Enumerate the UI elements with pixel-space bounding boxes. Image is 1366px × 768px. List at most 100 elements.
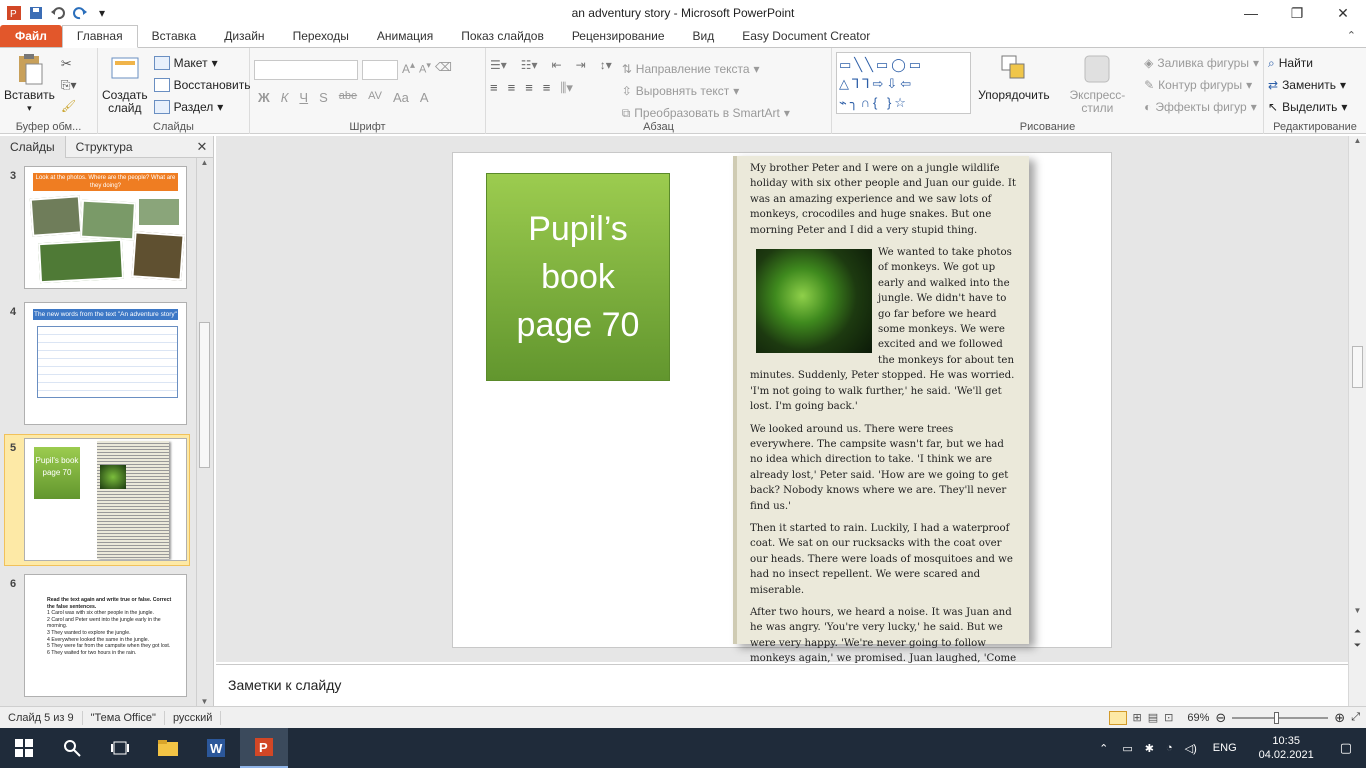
slide-thumbnail[interactable]: 3 Look at the photos. Where are the peop…: [0, 166, 196, 292]
scroll-thumb[interactable]: [199, 322, 210, 468]
slide-thumbnail[interactable]: 6 Read the text again and write true or …: [0, 574, 196, 700]
change-case-button[interactable]: Aa: [393, 90, 409, 105]
shrink-font-icon[interactable]: A▾: [419, 60, 431, 80]
tab-slideshow[interactable]: Показ слайдов: [447, 26, 558, 47]
zoom-out-icon[interactable]: ⊖: [1215, 710, 1226, 726]
bold-button[interactable]: Ж: [258, 90, 270, 105]
grow-font-icon[interactable]: A▴: [402, 60, 415, 80]
slide-6-preview[interactable]: Read the text again and write true or fa…: [24, 574, 187, 697]
fit-to-window-icon[interactable]: ⤢: [1351, 711, 1360, 724]
tab-view[interactable]: Вид: [679, 26, 729, 47]
paste-button[interactable]: Вставить ▾: [4, 52, 55, 115]
qat-dropdown-icon[interactable]: ▾: [94, 5, 110, 21]
scroll-thumb[interactable]: [1352, 346, 1363, 388]
slide-3-preview[interactable]: Look at the photos. Where are the people…: [24, 166, 187, 289]
shadow-button[interactable]: S: [319, 90, 328, 105]
tab-home[interactable]: Главная: [61, 25, 138, 48]
zoom-level[interactable]: 69%: [1187, 712, 1209, 724]
justify-icon[interactable]: ≡: [543, 80, 551, 96]
restore-button[interactable]: ❐: [1274, 0, 1320, 26]
current-slide[interactable]: Pupil’s book page 70 My brother Peter an…: [452, 152, 1112, 680]
story-text-image[interactable]: My brother Peter and I were on a jungle …: [733, 156, 1029, 680]
cut-icon[interactable]: ✂: [61, 56, 77, 72]
battery-icon[interactable]: ▭: [1116, 742, 1138, 755]
pupils-book-textbox[interactable]: Pupil’s book page 70: [486, 173, 670, 381]
slide-4-preview[interactable]: The new words from the text "An adventur…: [24, 302, 187, 425]
word-icon[interactable]: W: [192, 728, 240, 768]
underline-button[interactable]: Ч: [299, 90, 308, 105]
find-button[interactable]: ⌕ Найти: [1268, 52, 1362, 74]
increase-indent-icon[interactable]: ⇥: [576, 58, 586, 72]
font-size-combo[interactable]: [362, 60, 398, 80]
save-icon[interactable]: [28, 5, 44, 21]
decrease-indent-icon[interactable]: ⇤: [552, 58, 562, 72]
tab-animations[interactable]: Анимация: [363, 26, 447, 47]
windows-start-icon[interactable]: [0, 728, 48, 768]
slide-thumbnail[interactable]: 5 Pupil's book page 70: [0, 438, 196, 564]
line-spacing-icon[interactable]: ↕▾: [600, 58, 612, 72]
network-icon[interactable]: ✱: [1139, 742, 1160, 755]
tab-transitions[interactable]: Переходы: [279, 26, 363, 47]
slide-5-preview[interactable]: Pupil's book page 70: [24, 438, 187, 561]
align-center-icon[interactable]: ≡: [508, 80, 516, 96]
slide-thumbnail[interactable]: 4 The new words from the text "An advent…: [0, 302, 196, 428]
powerpoint-taskbar-icon[interactable]: P: [240, 728, 288, 768]
font-name-combo[interactable]: [254, 60, 358, 80]
slide-sorter-icon[interactable]: ⊞: [1133, 711, 1142, 724]
numbering-icon[interactable]: ☷▾: [521, 58, 538, 72]
undo-icon[interactable]: [50, 5, 66, 21]
language-status[interactable]: русский: [165, 710, 222, 725]
slideshow-icon[interactable]: ⊡: [1164, 711, 1173, 724]
strikethrough-button[interactable]: abe: [339, 90, 357, 105]
input-language[interactable]: ENG: [1203, 742, 1247, 754]
tab-design[interactable]: Дизайн: [210, 26, 278, 47]
layout-button[interactable]: Макет ▾: [153, 52, 251, 74]
section-button[interactable]: Раздел ▾: [153, 96, 251, 118]
next-slide-icon[interactable]: ⏷: [1349, 640, 1366, 651]
char-spacing-button[interactable]: AV: [368, 90, 382, 105]
tab-file[interactable]: Файл: [0, 25, 62, 47]
copy-icon[interactable]: ⎘▾: [61, 78, 77, 93]
redo-icon[interactable]: [72, 5, 88, 21]
new-slide-button[interactable]: Создать слайд: [102, 52, 148, 118]
reset-button[interactable]: Восстановить: [153, 74, 250, 96]
shapes-gallery[interactable]: ▭╲╲▭◯▭ △⅂⅂⇨⇩⇦ ⌁╮∩{ }☆: [836, 52, 972, 114]
font-color-button[interactable]: A: [420, 90, 429, 105]
arrange-button[interactable]: Упорядочить: [977, 52, 1051, 118]
zoom-in-icon[interactable]: ⊕: [1334, 710, 1345, 726]
clear-format-icon[interactable]: ⌫: [435, 60, 452, 80]
tab-insert[interactable]: Вставка: [138, 26, 211, 47]
tab-outline[interactable]: Структура: [66, 136, 143, 158]
volume-icon[interactable]: ◁): [1179, 742, 1203, 755]
replace-button[interactable]: ⇄ Заменить ▾: [1268, 74, 1362, 96]
shape-effects-button[interactable]: ◐ Эффекты фигур ▾: [1144, 96, 1259, 118]
align-right-icon[interactable]: ≡: [525, 80, 533, 96]
tab-easy-document-creator[interactable]: Easy Document Creator: [728, 26, 884, 47]
quick-styles-button[interactable]: Экспресс-стили: [1057, 52, 1138, 118]
reading-view-icon[interactable]: ▤: [1148, 711, 1158, 724]
columns-icon[interactable]: ⫼▾: [560, 80, 573, 96]
format-painter-icon[interactable]: 🖌: [61, 99, 77, 113]
italic-button[interactable]: К: [281, 90, 289, 105]
task-view-icon[interactable]: [96, 728, 144, 768]
normal-view-icon[interactable]: [1108, 710, 1127, 725]
bullets-icon[interactable]: ☰▾: [490, 58, 507, 72]
tab-slides[interactable]: Слайды: [0, 135, 66, 158]
select-button[interactable]: ↖ Выделить ▾: [1268, 96, 1362, 118]
align-left-icon[interactable]: ≡: [490, 80, 498, 96]
previous-slide-icon[interactable]: ⏶: [1349, 626, 1366, 637]
powerpoint-app-icon[interactable]: P: [6, 5, 22, 21]
zoom-slider-thumb[interactable]: [1274, 711, 1280, 724]
shape-fill-button[interactable]: ◈ Заливка фигуры ▾: [1144, 52, 1259, 74]
show-hidden-icons-icon[interactable]: ⌃: [1091, 742, 1116, 755]
notifications-icon[interactable]: ▢: [1326, 740, 1366, 756]
close-window-button[interactable]: ✕: [1320, 0, 1366, 26]
minimize-button[interactable]: —: [1228, 0, 1274, 26]
clock[interactable]: 10:35 04.02.2021: [1247, 734, 1326, 762]
tab-review[interactable]: Рецензирование: [558, 26, 679, 47]
ribbon-collapse-icon[interactable]: ⌃: [1337, 26, 1366, 47]
search-icon[interactable]: [48, 728, 96, 768]
file-explorer-icon[interactable]: [144, 728, 192, 768]
close-pane-icon[interactable]: ✕: [191, 139, 213, 155]
shape-outline-button[interactable]: ✎ Контур фигуры ▾: [1144, 74, 1259, 96]
